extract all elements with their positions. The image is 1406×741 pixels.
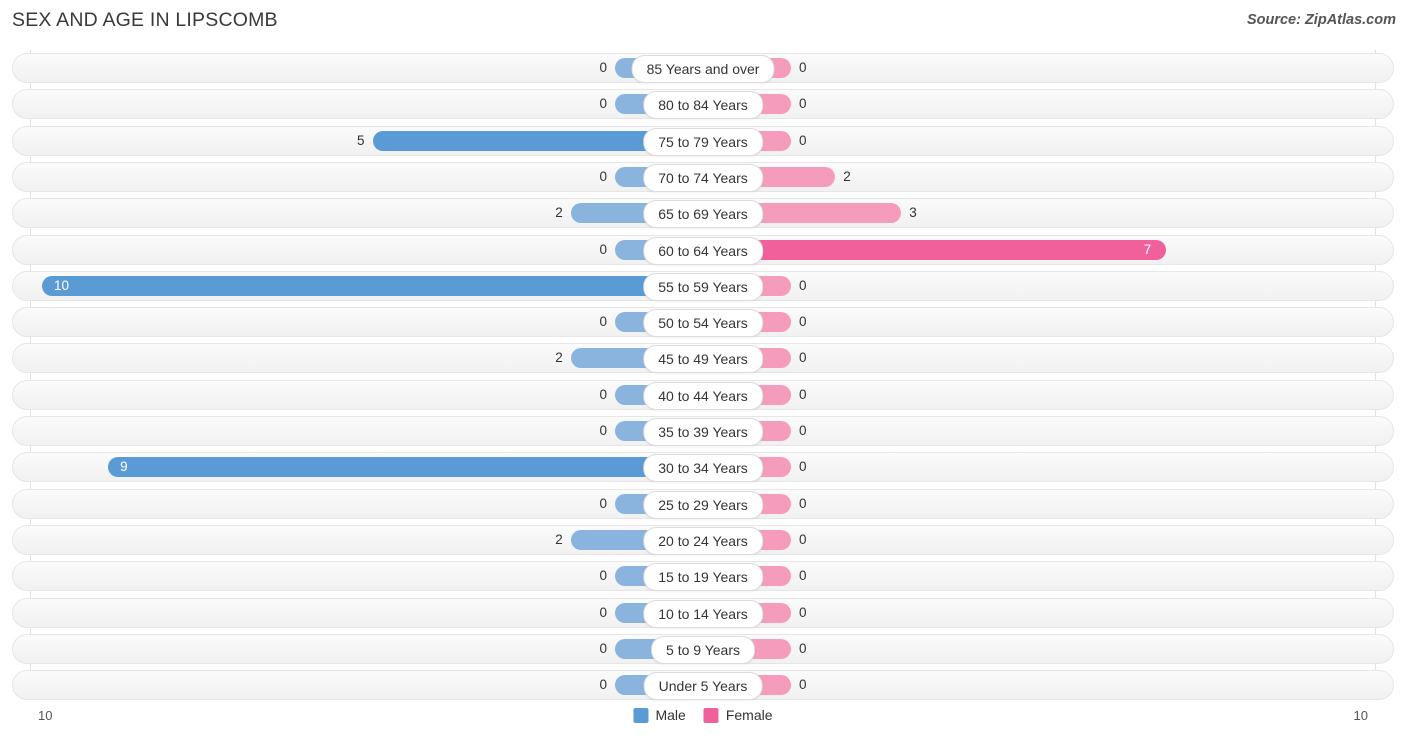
- value-label-female: 0: [799, 568, 807, 584]
- value-label-female: 0: [799, 277, 807, 293]
- table-row: 10 0 55 to 59 Years: [12, 270, 1394, 301]
- axis-label-left: 10: [38, 708, 53, 723]
- value-label-male: 0: [599, 241, 607, 257]
- table-row: 0 2 70 to 74 Years: [12, 161, 1394, 192]
- value-label-female: 0: [799, 423, 807, 438]
- table-row: 2 0 45 to 49 Years: [12, 343, 1394, 374]
- age-group-label: 5 to 9 Years: [651, 635, 755, 664]
- bar-male[interactable]: [108, 457, 703, 478]
- value-label-male: 0: [599, 640, 607, 656]
- table-row: 0 0 25 to 29 Years: [12, 488, 1394, 519]
- age-group-label: 80 to 84 Years: [643, 91, 763, 120]
- value-label-female: 0: [799, 132, 807, 148]
- value-label-male: 2: [555, 531, 563, 547]
- value-label-male: 2: [555, 205, 563, 221]
- table-row: 9 0 30 to 34 Years: [12, 452, 1394, 483]
- value-label-male: 9: [120, 459, 128, 475]
- value-label-female: 0: [799, 386, 807, 402]
- table-row: 0 0 5 to 9 Years: [12, 633, 1394, 664]
- table-row: 0 0 40 to 44 Years: [12, 379, 1394, 410]
- age-group-label: Under 5 Years: [643, 672, 763, 701]
- value-label-female: 0: [799, 531, 807, 547]
- age-group-label: 20 to 24 Years: [643, 526, 763, 555]
- age-group-label: 75 to 79 Years: [643, 127, 763, 156]
- table-row: 0 0 50 to 54 Years: [12, 307, 1394, 338]
- value-label-female: 0: [799, 96, 807, 112]
- table-row: 0 0 10 to 14 Years: [12, 597, 1394, 628]
- age-group-label: 25 to 29 Years: [643, 490, 763, 519]
- value-label-female: 0: [799, 314, 807, 330]
- age-group-label: 40 to 44 Years: [643, 381, 763, 410]
- table-row: 2 0 20 to 24 Years: [12, 524, 1394, 555]
- value-label-female: 0: [799, 350, 807, 366]
- age-group-label: 35 to 39 Years: [643, 418, 763, 446]
- bar-male[interactable]: [42, 275, 703, 296]
- value-label-male: 10: [54, 277, 70, 293]
- value-label-female: 3: [909, 205, 917, 221]
- value-label-female: 0: [799, 677, 807, 693]
- age-group-label: 70 to 74 Years: [643, 163, 763, 192]
- age-group-label: 15 to 19 Years: [643, 563, 763, 592]
- value-label-male: 0: [599, 386, 607, 402]
- value-label-male: 0: [599, 604, 607, 620]
- legend-label-male: Male: [655, 707, 686, 723]
- value-label-male: 5: [356, 132, 365, 148]
- age-group-label: 55 to 59 Years: [643, 272, 763, 301]
- value-label-male: 0: [599, 96, 607, 112]
- age-group-label: 50 to 54 Years: [643, 309, 763, 338]
- value-label-female: 2: [843, 168, 851, 184]
- population-pyramid-plot: 0 0 85 Years and over 0 0 80 to 84 Years 5 0 75 …: [0, 50, 1406, 701]
- legend: Male Female: [633, 707, 773, 723]
- table-row: 2 3 65 to 69 Years: [12, 198, 1394, 229]
- table-row: 0 0 80 to 84 Years: [12, 89, 1394, 120]
- age-group-label: 65 to 69 Years: [643, 200, 763, 229]
- chart-footer: 10 Male Female 10: [0, 700, 1406, 741]
- value-label-female: 0: [799, 604, 807, 620]
- source-attribution: Source: ZipAtlas.com: [1246, 12, 1396, 28]
- table-row: 0 0 Under 5 Years: [12, 670, 1394, 701]
- value-label-male: 0: [599, 677, 607, 693]
- value-label-female: 7: [1143, 241, 1152, 257]
- value-label-male: 0: [599, 423, 607, 438]
- value-label-male: 0: [599, 495, 607, 511]
- value-label-male: 0: [599, 314, 607, 330]
- legend-swatch-male-icon: [633, 707, 649, 723]
- value-label-female: 0: [799, 640, 807, 656]
- chart-header: SEX AND AGE IN LIPSCOMB Source: ZipAtlas…: [0, 0, 1406, 46]
- legend-label-female: Female: [725, 707, 773, 723]
- bar-female[interactable]: [703, 239, 1166, 260]
- table-row: 0 0 35 to 39 Years: [12, 416, 1394, 446]
- age-group-label: 60 to 64 Years: [643, 236, 763, 265]
- table-row: 5 0 75 to 79 Years: [12, 125, 1394, 156]
- age-group-label: 30 to 34 Years: [643, 454, 763, 483]
- table-row: 0 0 85 Years and over: [12, 53, 1394, 83]
- age-group-label: 45 to 49 Years: [643, 345, 763, 374]
- legend-item-female[interactable]: Female: [703, 707, 773, 723]
- value-label-male: 0: [599, 168, 607, 184]
- axis-label-right: 10: [1353, 708, 1368, 723]
- table-row: 0 7 60 to 64 Years: [12, 234, 1394, 265]
- page-title: SEX AND AGE IN LIPSCOMB: [12, 9, 278, 31]
- value-label-female: 0: [799, 60, 807, 75]
- age-group-label: 85 Years and over: [631, 55, 775, 83]
- value-label-female: 0: [799, 459, 807, 475]
- value-label-male: 0: [599, 568, 607, 584]
- value-label-female: 0: [799, 495, 807, 511]
- table-row: 0 0 15 to 19 Years: [12, 561, 1394, 592]
- value-label-male: 2: [555, 350, 563, 366]
- value-label-male: 0: [599, 60, 607, 75]
- legend-swatch-female-icon: [703, 707, 719, 723]
- age-group-label: 10 to 14 Years: [643, 599, 763, 628]
- legend-item-male[interactable]: Male: [633, 707, 686, 723]
